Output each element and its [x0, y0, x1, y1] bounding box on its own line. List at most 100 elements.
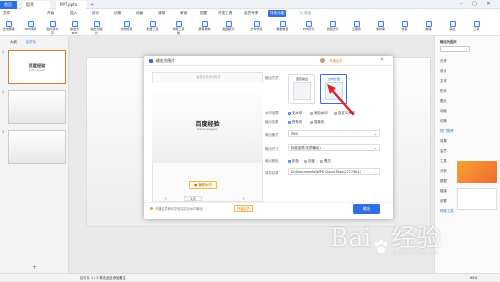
toolbar-btn-10[interactable]: 截图取字 — [222, 21, 235, 32]
pane-item[interactable]: 数据 — [440, 178, 447, 183]
radio-icon — [288, 111, 291, 115]
size-select[interactable]: 标准品质(无损输出) ⌄ — [288, 144, 380, 151]
mode-card-label: 逐页输出 — [295, 77, 308, 81]
toolbar-btn-17[interactable]: 修复 — [398, 21, 411, 32]
pane-section-title: 转换工具 — [440, 209, 454, 213]
directory-input[interactable]: D:\Documents\WPS Cloud Files\2727361|… — [288, 168, 380, 175]
menu-animation[interactable]: 动画 — [136, 10, 143, 17]
member-link[interactable]: 开通会员 — [329, 58, 343, 63]
tab-outline[interactable]: 大纲 — [10, 39, 17, 44]
preview-slide: 百度经验 baidu jingyan — [152, 83, 263, 163]
close-icon[interactable]: ✕ — [380, 57, 384, 63]
pages-all-radio[interactable]: 所有页 — [288, 119, 302, 124]
next-page-button[interactable]: > — [242, 196, 245, 201]
toolbar-btn-18[interactable]: 翻译 — [422, 21, 435, 32]
pane-item[interactable]: 形状 — [440, 88, 447, 93]
slide-number: 2 — [2, 90, 5, 94]
menu-review[interactable]: 审阅 — [180, 10, 187, 17]
baidu-watermark: Bai 经验 — [330, 223, 442, 253]
dialog-header: 输出为图片 开通会员 ✕ — [144, 56, 393, 66]
promo-card[interactable] — [457, 188, 497, 210]
tab-ppt[interactable]: PPT.pptx — [56, 1, 86, 9]
watermark-add-radio[interactable]: 添加水印 — [310, 110, 328, 115]
toolbar-btn-5[interactable]: 输出为图片 — [90, 21, 103, 35]
slide-number: 3 — [2, 130, 5, 134]
menu-view[interactable]: 视图 — [200, 10, 207, 17]
pane-item[interactable]: 工具 — [440, 158, 447, 163]
slide-thumbnail-1[interactable]: 百度经验 baidu jingyan — [8, 50, 66, 84]
color-bw-radio[interactable]: 黑白 — [320, 158, 331, 163]
menu-file[interactable]: 文件 — [3, 10, 10, 17]
edit-watermark-button[interactable]: ● 编辑水印 — [189, 181, 217, 189]
new-tab-icon[interactable]: + — [90, 2, 94, 8]
toolbar-btn-12[interactable]: 数据恢复 — [276, 21, 289, 32]
pane-item[interactable]: 链接 — [440, 188, 447, 193]
radio-icon — [304, 159, 307, 163]
toolbar: 全文翻译 PDF转换 图片转文字 输出为PDF 输出为图片 文档修复 批量工具 … — [0, 18, 500, 36]
crown-icon — [150, 207, 153, 210]
menu-home[interactable]: 开始 — [47, 10, 54, 17]
toolbar-btn-9[interactable]: 屏幕录制 — [198, 21, 211, 32]
pane-item[interactable]: 设置 — [440, 198, 447, 203]
pane-item[interactable]: 图片 — [440, 98, 447, 103]
slide-thumbnail-3[interactable] — [8, 130, 66, 164]
color-full-radio[interactable]: 彩色 — [288, 158, 299, 163]
image-icon — [149, 59, 153, 63]
toolbar-btn-6[interactable]: 文档修复 — [120, 21, 133, 32]
tab-slides[interactable]: 幻灯片 — [26, 39, 36, 44]
pane-item[interactable]: 分析 — [440, 168, 447, 173]
menu-member[interactable]: 会员专享 — [244, 10, 258, 17]
prev-page-button[interactable]: < — [164, 196, 167, 201]
toolbar-btn-15[interactable]: 云服务 — [350, 21, 363, 32]
page-indicator[interactable]: 1/3 — [184, 196, 202, 201]
menu-bar: 文件 开始 插入 设计 切换 动画 放映 审阅 视图 开发工具 会员专享 特色功… — [0, 9, 500, 18]
format-select[interactable]: PNG ⌄ — [288, 130, 380, 137]
toolbar-btn-4[interactable]: 输出为PDF — [68, 21, 81, 35]
promo-banner[interactable] — [457, 161, 497, 183]
menu-design[interactable]: 设计 — [92, 10, 99, 17]
tab-home[interactable]: 首页 — [0, 1, 17, 9]
toolbar-btn-1[interactable]: 全文翻译 — [2, 21, 15, 32]
more-icon[interactable]: … — [374, 169, 377, 174]
export-button[interactable]: 输出 — [353, 204, 380, 214]
mode-card-single[interactable]: 逐页输出 — [288, 74, 315, 104]
pane-item[interactable]: 切换 — [440, 118, 447, 123]
watermark-custom-radio[interactable]: 自定义水印 — [334, 110, 355, 115]
menu-insert[interactable]: 插入 — [70, 10, 77, 17]
add-slide-icon[interactable]: + — [32, 264, 37, 271]
toolbar-btn-7[interactable]: 批量工具 — [146, 21, 159, 32]
menu-developer[interactable]: 开发工具 — [218, 10, 232, 17]
pane-item[interactable]: 文本 — [440, 78, 447, 83]
avatar[interactable] — [320, 58, 325, 63]
pane-item[interactable]: 分享 — [440, 58, 447, 63]
pane-item[interactable]: 效果 — [440, 138, 447, 143]
mode-card-graphic — [293, 82, 311, 100]
radio-icon — [334, 111, 337, 115]
preview-note: 会员享无水印高清 — [196, 75, 221, 79]
pane-item[interactable]: 设计 — [440, 68, 447, 73]
pages-select-radio[interactable]: 选择页 — [310, 119, 324, 124]
window-controls[interactable]: – ▢ ✕ — [460, 1, 495, 7]
menu-transition[interactable]: 切换 — [114, 10, 121, 17]
color-gray-radio[interactable]: 灰度 — [304, 158, 315, 163]
toolbar-btn-13[interactable]: PPT拆分 — [302, 21, 315, 32]
toolbar-btn-20[interactable]: 工具 — [470, 21, 483, 32]
toolbar-btn-14[interactable]: 长图文字 — [326, 21, 339, 32]
watermark-url: jingyan.baidu.com — [392, 250, 439, 256]
pane-item[interactable]: 动画 — [440, 108, 447, 113]
pane-search-input[interactable] — [440, 46, 470, 52]
toolbar-btn-19[interactable]: 输出 — [446, 21, 459, 32]
menu-search[interactable]: Q 查找 — [300, 10, 311, 17]
pane-item[interactable]: 会员 — [440, 148, 447, 153]
toolbar-btn-8[interactable]: 智能工具箱 — [172, 21, 185, 35]
watermark-none-radio[interactable]: 无水印 — [288, 110, 302, 115]
slide-thumbnail-2[interactable] — [8, 90, 66, 124]
toolbar-btn-16[interactable]: 素材库 — [374, 21, 387, 32]
toolbar-btn-2[interactable]: PDF转换 — [24, 21, 37, 32]
toolbar-btn-11[interactable]: 文件修复 — [250, 21, 263, 32]
tab-doc[interactable]: 稻壳 — [22, 1, 50, 9]
menu-slideshow[interactable]: 放映 — [158, 10, 165, 17]
toolbar-btn-3[interactable]: 图片转文字 — [46, 21, 59, 35]
menu-special[interactable]: 特色功能 — [268, 10, 287, 17]
footer-member-button[interactable]: 开通会员 — [234, 205, 253, 212]
